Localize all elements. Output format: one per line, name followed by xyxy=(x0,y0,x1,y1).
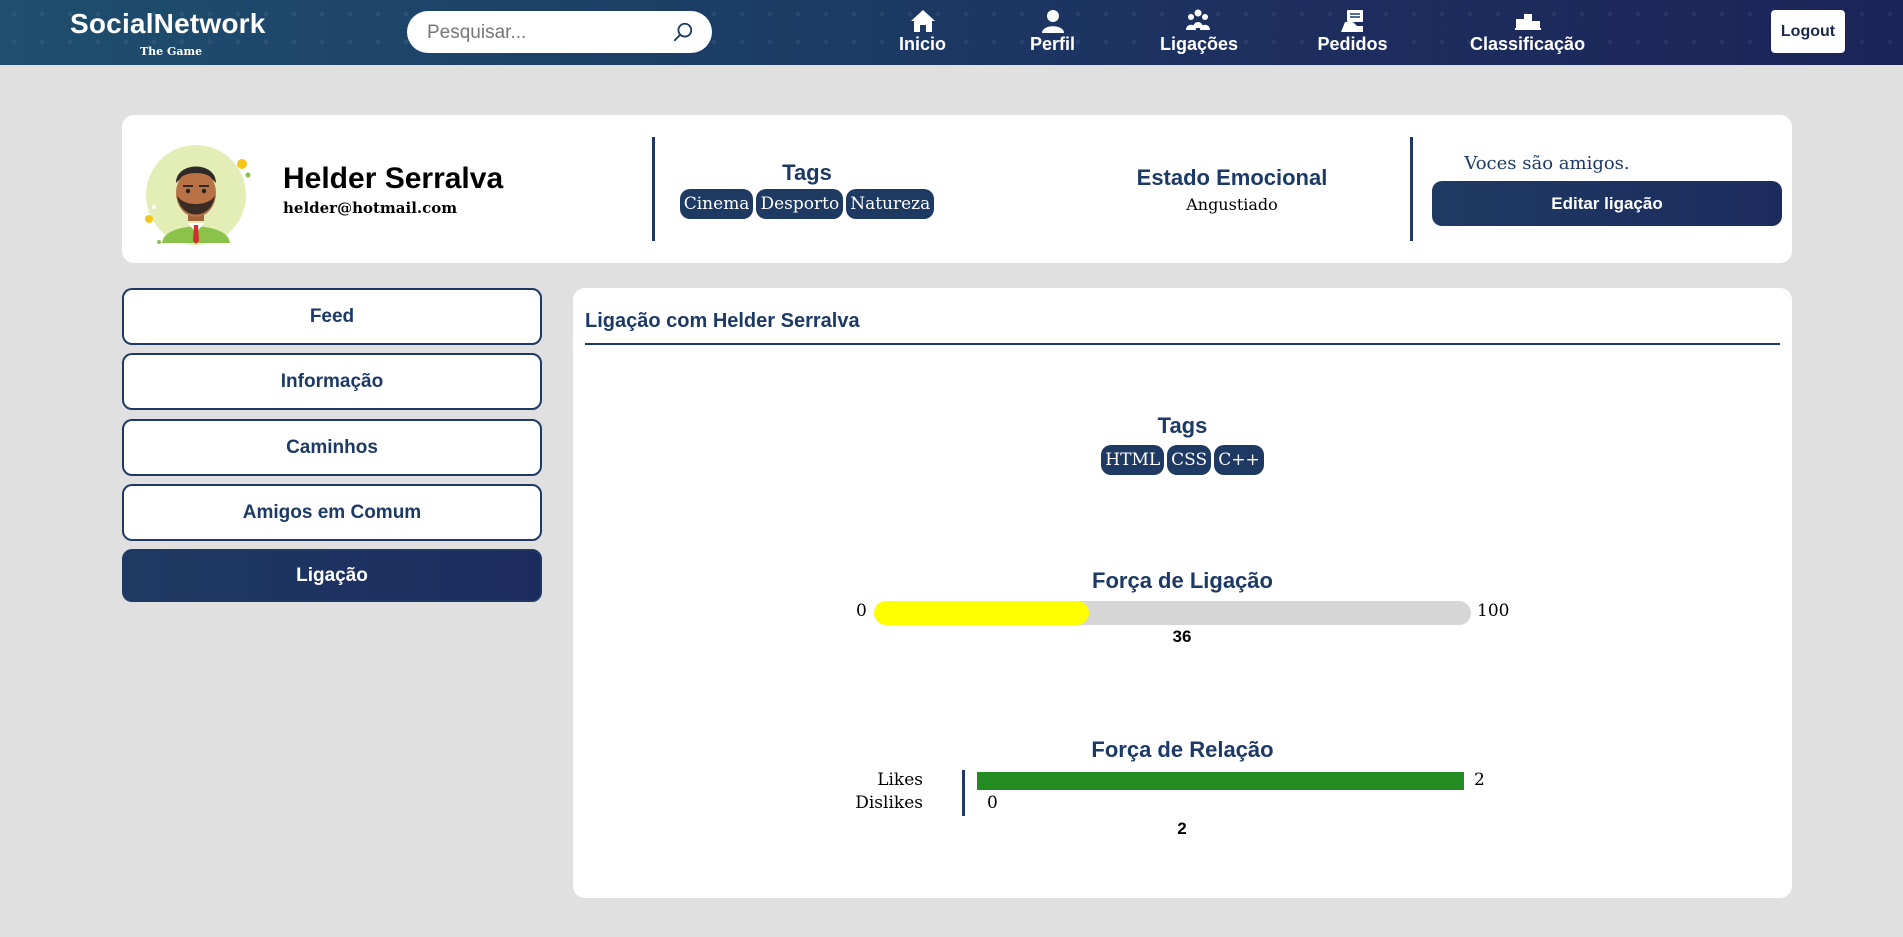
nav-item-pedidos[interactable]: Pedidos xyxy=(1315,8,1390,55)
sidebar-item-informacao[interactable]: Informação xyxy=(122,353,542,410)
profile-card: Helder Serralva helder@hotmail.com Tags … xyxy=(122,115,1792,263)
connection-tags-title: Tags xyxy=(1157,413,1208,438)
tag-pill: HTML xyxy=(1101,445,1165,475)
home-icon xyxy=(910,10,935,32)
likes-value: 2 xyxy=(1474,770,1485,790)
nav-label-perfil: Perfil xyxy=(1029,34,1076,54)
divider-right xyxy=(1410,137,1413,241)
profile-tags: Tags Cinema Desporto Natureza xyxy=(679,160,935,219)
panel-title: Ligação com Helder Serralva xyxy=(585,310,860,332)
connection-strength-title: Força de Ligação xyxy=(1092,568,1273,593)
nav-item-perfil[interactable]: Perfil xyxy=(1025,8,1080,55)
strength-max-label: 100 xyxy=(1477,601,1510,621)
profile-tag-list: Cinema Desporto Natureza xyxy=(679,189,935,219)
panel-divider xyxy=(585,343,1780,345)
nav-item-ligacoes[interactable]: Ligações xyxy=(1160,8,1239,55)
tag-pill: Natureza xyxy=(846,189,935,219)
profile-name: Helder Serralva xyxy=(283,162,504,195)
podium-icon xyxy=(1514,14,1541,30)
friendship-status: Voces são amigos. xyxy=(1464,153,1630,174)
nav-item-inicio[interactable]: Inicio xyxy=(895,8,950,55)
group-icon xyxy=(1185,9,1210,30)
emotional-state: Estado Emocional Angustiado xyxy=(1122,165,1342,214)
search-input[interactable] xyxy=(425,19,669,47)
tag-pill: CSS xyxy=(1167,445,1212,475)
brand-logo[interactable]: SocialNetwork xyxy=(70,8,266,40)
strength-value: 36 xyxy=(1172,627,1192,646)
search-box xyxy=(407,11,712,53)
sidebar-item-caminhos[interactable]: Caminhos xyxy=(122,419,542,476)
nav-label-classificacao: Classificação xyxy=(1470,34,1586,54)
strength-bar-fill xyxy=(874,601,1089,625)
search-icon[interactable] xyxy=(672,21,694,43)
relation-axis xyxy=(962,770,965,816)
likes-bar xyxy=(977,772,1464,790)
strength-min-label: 0 xyxy=(856,601,867,621)
relation-total: 2 xyxy=(1177,819,1187,838)
top-navbar: SocialNetwork The Game Inicio Perfil xyxy=(0,0,1903,65)
sidebar-item-feed[interactable]: Feed xyxy=(122,288,542,345)
user-icon xyxy=(1041,10,1064,33)
divider-left xyxy=(652,137,655,241)
strength-bar-track xyxy=(874,601,1471,625)
avatar xyxy=(145,145,251,245)
dislikes-label: Dislikes xyxy=(855,793,923,813)
brand-subtitle: The Game xyxy=(140,45,203,58)
nav-label-ligacoes: Ligações xyxy=(1160,34,1239,54)
nav-label-pedidos: Pedidos xyxy=(1317,34,1388,54)
nav-label-inicio: Inicio xyxy=(898,34,946,54)
connection-tags: Tags HTML CSS C++ xyxy=(573,413,1792,475)
sidebar-item-amigos-em-comum[interactable]: Amigos em Comum xyxy=(122,484,542,541)
dislikes-value: 0 xyxy=(987,793,998,813)
brand-title: SocialNetwork xyxy=(70,8,266,39)
connection-panel: Ligação com Helder Serralva Tags HTML CS… xyxy=(573,288,1792,898)
profile-email: helder@hotmail.com xyxy=(283,199,458,217)
requests-icon xyxy=(1340,10,1363,32)
profile-tags-title: Tags xyxy=(782,160,832,185)
tag-pill: C++ xyxy=(1214,445,1264,475)
tag-pill: Cinema xyxy=(679,189,754,219)
tag-pill: Desporto xyxy=(756,189,844,219)
connection-tag-list: HTML CSS C++ xyxy=(573,445,1792,475)
relation-strength-title: Força de Relação xyxy=(1091,737,1274,762)
emotional-state-value: Angustiado xyxy=(1186,195,1278,214)
sidebar-item-ligacao[interactable]: Ligação xyxy=(122,549,542,602)
nav-item-classificacao[interactable]: Classificação xyxy=(1470,8,1585,55)
likes-label: Likes xyxy=(877,770,923,790)
logout-button[interactable]: Logout xyxy=(1771,10,1845,53)
emotional-state-title: Estado Emocional xyxy=(1136,165,1328,190)
edit-connection-button[interactable]: Editar ligação xyxy=(1432,181,1782,226)
